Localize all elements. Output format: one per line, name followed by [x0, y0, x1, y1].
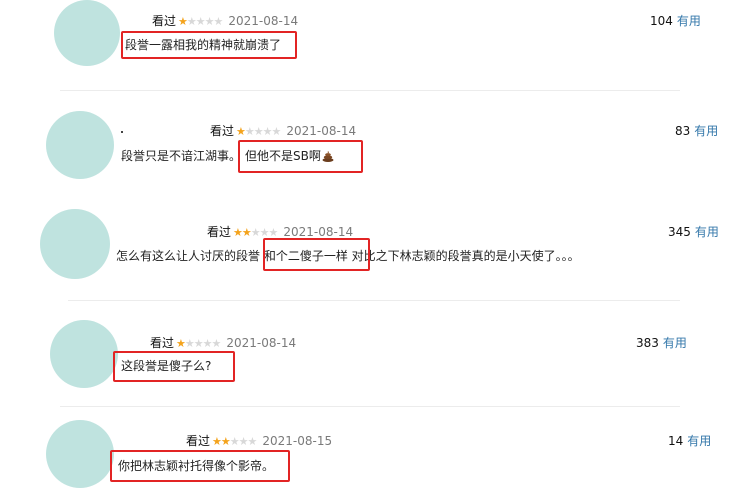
avatar[interactable] [54, 0, 120, 66]
comment-meta: 看过 ★★★★★ 2021-08-14 [150, 336, 296, 351]
comment-date: 2021-08-14 [286, 124, 357, 138]
useful-button[interactable]: 有用 [677, 14, 701, 28]
comment-meta: 看过 ★★★★★ 2021-08-14 [207, 225, 353, 240]
star-empty-icon: ★ [193, 337, 204, 350]
watch-status: 看过 [150, 336, 175, 350]
vote-count: 104 [650, 14, 673, 28]
star-filled-icon: ★ [176, 337, 186, 350]
star-empty-icon: ★ [268, 226, 279, 239]
star-empty-icon: ★ [229, 435, 240, 448]
comment-text: 这段誉是傻子么? [121, 359, 212, 373]
avatar[interactable] [46, 111, 114, 179]
comment-text: 段誉一露相我的精神就崩溃了 [125, 38, 282, 52]
star-empty-icon: ★ [250, 226, 261, 239]
star-filled-icon: ★ [236, 125, 246, 138]
vote-area: 104 有用 [650, 14, 701, 28]
comment-text: 段誉只是不谙江湖事。 但他不是SB啊 [121, 149, 334, 163]
star-filled-icon: ★ [178, 15, 188, 28]
star-empty-icon: ★ [195, 15, 206, 28]
vote-area: 83 有用 [675, 124, 718, 138]
comment-date: 2021-08-14 [228, 14, 299, 28]
star-empty-icon: ★ [259, 226, 270, 239]
comment-meta: 看过 ★★★★★ 2021-08-15 [186, 434, 332, 449]
vote-area: 14 有用 [668, 434, 711, 448]
star-empty-icon: ★ [271, 125, 282, 138]
star-filled-icon: ★ [233, 226, 243, 239]
star-empty-icon: ★ [213, 15, 224, 28]
vote-count: 345 [668, 225, 691, 239]
vote-count: 383 [636, 336, 659, 350]
rating-stars: ★★★★★ [212, 435, 258, 449]
comment-text-part: 但他不是SB啊 [245, 149, 321, 163]
star-empty-icon: ★ [204, 15, 215, 28]
star-empty-icon: ★ [184, 337, 195, 350]
vote-count: 83 [675, 124, 691, 138]
useful-button[interactable]: 有用 [694, 124, 718, 138]
watch-status: 看过 [152, 14, 177, 28]
star-filled-icon: ★ [220, 435, 231, 448]
useful-button[interactable]: 有用 [687, 434, 711, 448]
comment-text: 怎么有这么让人讨厌的段誉 和个二傻子一样 对比之下林志颖的段誉真的是小天使了。。… [116, 249, 580, 263]
poop-emoji-icon [322, 151, 334, 162]
star-filled-icon: ★ [241, 226, 252, 239]
vote-area: 383 有用 [636, 336, 687, 350]
rating-stars: ★★★★★ [178, 15, 224, 29]
divider [60, 90, 680, 91]
star-empty-icon: ★ [247, 435, 258, 448]
comment-text-part: 段誉只是不谙江湖事。 [121, 149, 242, 163]
useful-button[interactable]: 有用 [695, 225, 719, 239]
avatar[interactable] [46, 420, 114, 488]
star-filled-icon: ★ [212, 435, 222, 448]
divider [68, 300, 680, 301]
watch-status: 看过 [186, 434, 211, 448]
watch-status: 看过 [210, 124, 235, 138]
comment-meta: 看过 ★★★★★ 2021-08-14 [152, 14, 298, 29]
avatar[interactable] [40, 209, 110, 279]
star-empty-icon: ★ [186, 15, 197, 28]
star-empty-icon: ★ [202, 337, 213, 350]
useful-button[interactable]: 有用 [663, 336, 687, 350]
username-mark [121, 131, 123, 133]
star-empty-icon: ★ [211, 337, 222, 350]
watch-status: 看过 [207, 225, 232, 239]
comment-text: 你把林志颖衬托得像个影帝。 [118, 459, 275, 473]
vote-area: 345 有用 [668, 225, 719, 239]
comment-list: 看过 ★★★★★ 2021-08-14 104 有用 段誉一露相我的精神就崩溃了 看过… [0, 0, 754, 501]
star-empty-icon: ★ [244, 125, 255, 138]
rating-stars: ★★★★★ [233, 226, 279, 240]
comment-date: 2021-08-14 [283, 225, 354, 239]
star-empty-icon: ★ [262, 125, 273, 138]
star-empty-icon: ★ [238, 435, 249, 448]
divider [60, 406, 680, 407]
comment-date: 2021-08-15 [262, 434, 333, 448]
vote-count: 14 [668, 434, 684, 448]
avatar[interactable] [50, 320, 118, 388]
star-empty-icon: ★ [253, 125, 264, 138]
rating-stars: ★★★★★ [236, 125, 282, 139]
rating-stars: ★★★★★ [176, 337, 222, 351]
comment-meta: 看过 ★★★★★ 2021-08-14 [210, 124, 356, 139]
comment-date: 2021-08-14 [226, 336, 297, 350]
